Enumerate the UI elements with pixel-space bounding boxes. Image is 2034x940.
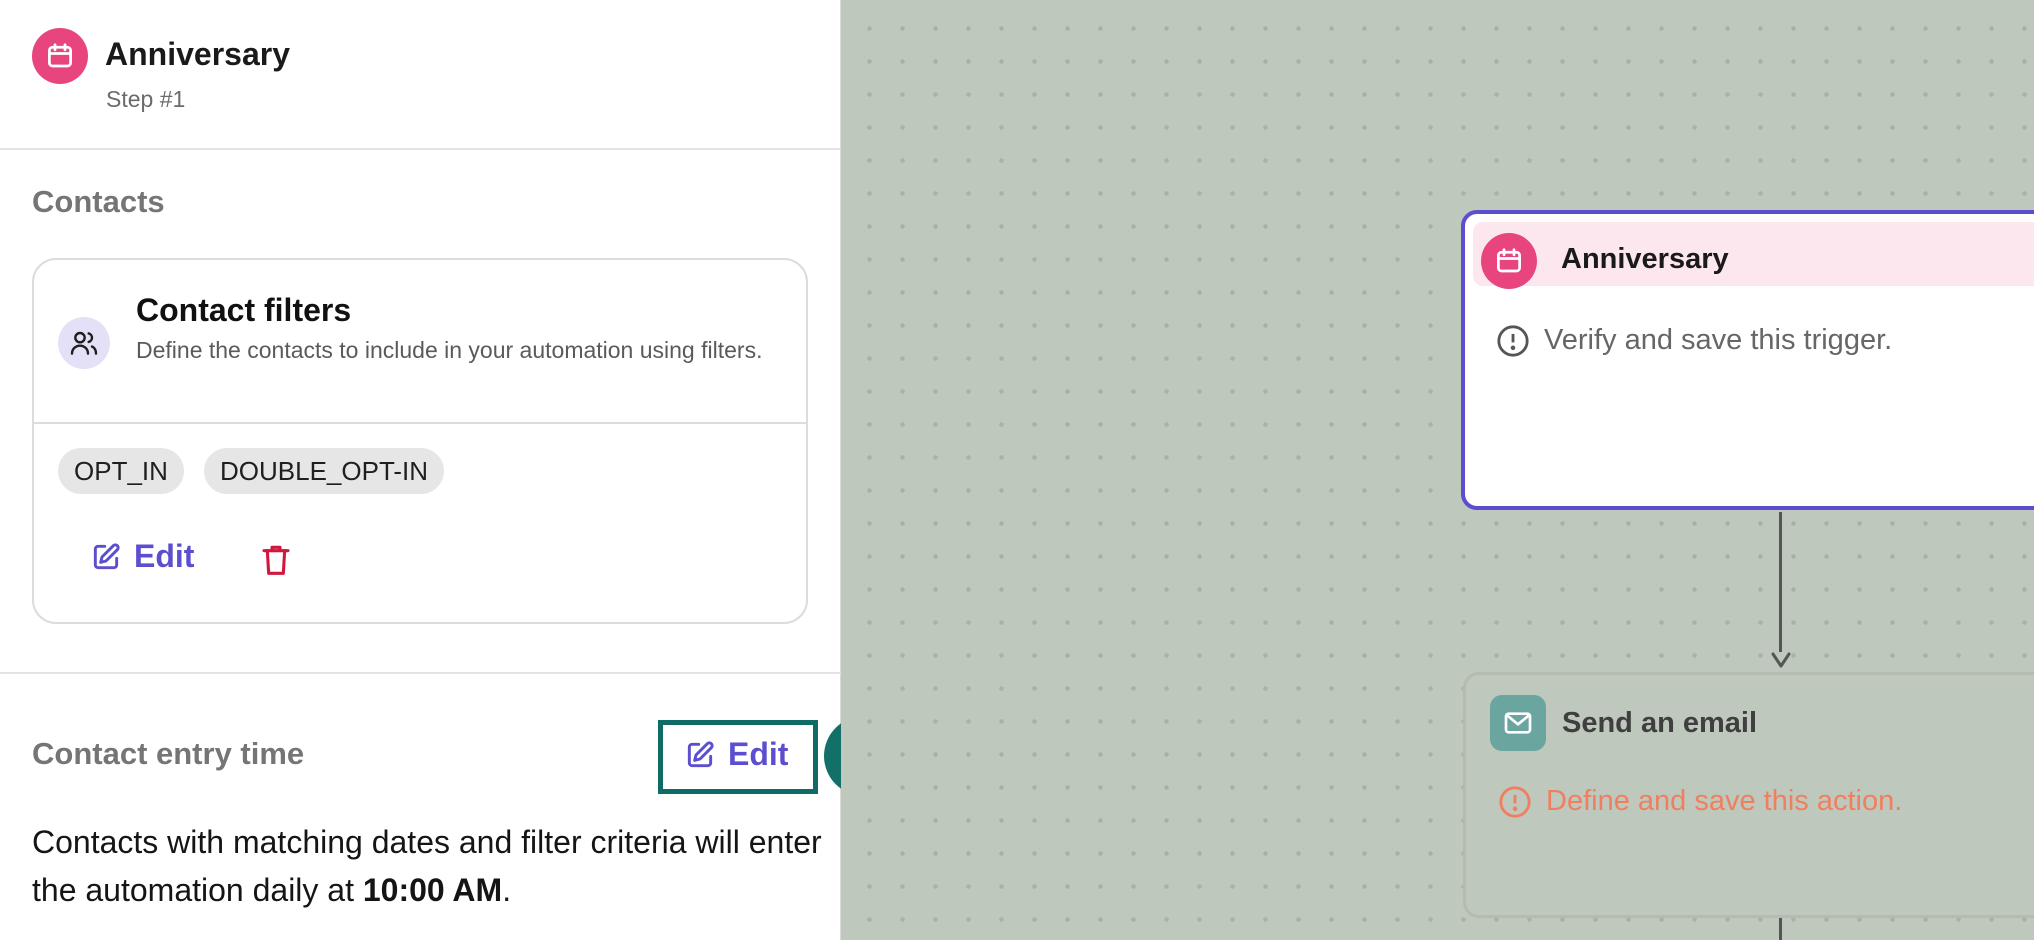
delete-filters-button[interactable] — [260, 542, 292, 583]
entry-time-description: Contacts with matching dates and filter … — [32, 818, 822, 914]
trigger-node-message: Verify and save this trigger. — [1544, 324, 1893, 356]
contact-filters-description: Define the contacts to include in your a… — [136, 337, 763, 363]
edit-filters-button[interactable]: Edit — [90, 538, 194, 575]
entry-time-suffix: . — [502, 872, 512, 908]
send-email-node-title: Send an email — [1562, 707, 1758, 739]
edit-filters-label: Edit — [134, 538, 195, 574]
divider — [0, 672, 841, 674]
alert-circle-icon — [1499, 786, 1531, 818]
filter-tag-double-opt-in: DOUBLE_OPT-IN — [204, 448, 445, 494]
send-email-node[interactable]: Send an email Define and save this actio… — [1463, 672, 2034, 918]
connector-line — [1779, 512, 1782, 652]
send-email-node-message: Define and save this action. — [1546, 785, 1903, 817]
info-circle-icon — [1497, 325, 1529, 357]
contact-filters-card: Contact filters Define the contacts to i… — [32, 258, 808, 624]
contact-filters-header: Contact filters Define the contacts to i… — [34, 260, 806, 424]
step-number: Step #1 — [106, 86, 186, 112]
connector-line — [1779, 918, 1782, 940]
step-title: Anniversary — [105, 36, 290, 72]
trigger-node[interactable]: Anniversary Verify and save this trigger… — [1461, 210, 2034, 510]
step-header: Anniversary Step #1 — [32, 28, 812, 118]
arrow-down-icon — [1771, 652, 1791, 668]
edit-icon — [93, 542, 120, 569]
mail-icon — [1490, 695, 1546, 751]
calendar-icon — [32, 28, 88, 84]
filter-tag-opt-in: OPT_IN — [58, 448, 184, 494]
trigger-node-header — [1473, 222, 2034, 286]
divider — [0, 148, 841, 150]
calendar-icon — [1481, 233, 1537, 289]
trash-icon — [262, 545, 290, 575]
entry-time-section-title: Contact entry time — [32, 736, 305, 771]
workflow-canvas[interactable]: Anniversary Verify and save this trigger… — [841, 0, 2034, 940]
contacts-section-title: Contacts — [32, 184, 165, 219]
trigger-node-title: Anniversary — [1561, 243, 1729, 275]
annotation-highlight — [658, 720, 818, 794]
users-icon — [58, 317, 110, 369]
step-settings-panel: Anniversary Step #1 Contacts Contact fil… — [0, 0, 841, 940]
entry-time-value: 10:00 AM — [362, 872, 503, 908]
contact-filters-title: Contact filters — [136, 292, 352, 328]
